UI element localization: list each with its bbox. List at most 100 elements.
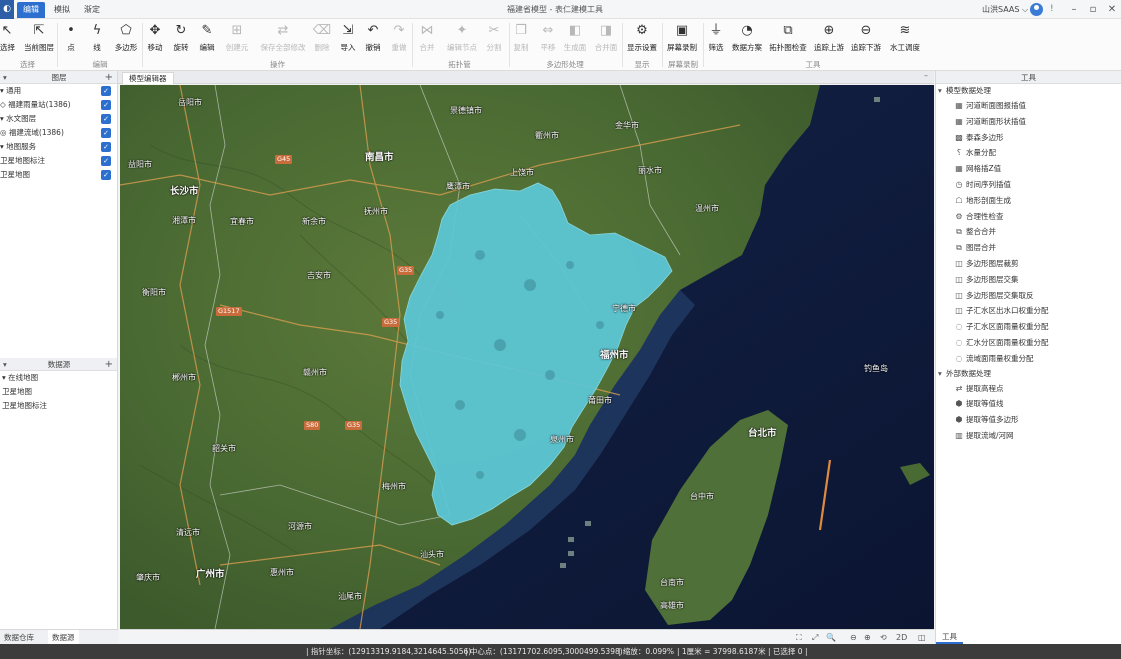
tool-item[interactable]: ▩ 泰森多边形 xyxy=(936,130,1121,146)
display-settings-button[interactable]: ⚙ 显示设置 xyxy=(627,22,657,56)
tool-item[interactable]: ◫ 多边形图层交集 xyxy=(936,272,1121,288)
search-icon[interactable]: 🔍 xyxy=(826,630,836,645)
datasource-row-satellite-labels[interactable]: 卫星地图标注 xyxy=(0,399,117,413)
left-bottom-tabs: 数据仓库 数据源 xyxy=(0,629,118,647)
tool-item[interactable]: ⇄ 提取高程点 xyxy=(936,381,1121,397)
add-layer-icon[interactable]: + xyxy=(105,71,113,84)
screen-record-button[interactable]: ▣ 屏幕录制 xyxy=(667,22,697,56)
layer-visibility-checkbox[interactable]: ✓ xyxy=(101,128,111,138)
minimize-button[interactable]: – xyxy=(1066,0,1082,19)
topology-check-button[interactable]: ⧉ 拓扑图检查 xyxy=(769,22,807,56)
tab-model-editor[interactable]: 模型编辑器 xyxy=(122,72,174,84)
tool-item[interactable]: ▦ 网格插Z值 xyxy=(936,161,1121,177)
layer-row-watersheds[interactable]: ◎ 福建流域(1386) ✓ xyxy=(0,126,117,140)
refresh-icon[interactable]: ⟲ xyxy=(880,630,887,645)
tool-item[interactable]: ☖ 地形剖面生成 xyxy=(936,193,1121,209)
generate-polygon-button[interactable]: ◧ 生成面 xyxy=(563,22,587,56)
data-scheme-button[interactable]: ◔ 数据方案 xyxy=(732,22,762,56)
split-button[interactable]: ✂ 分割 xyxy=(484,22,504,56)
line-tool-button[interactable]: ϟ线 xyxy=(89,22,105,56)
undo-button[interactable]: ↶ 撤销 xyxy=(363,22,383,56)
add-datasource-icon[interactable]: + xyxy=(105,358,113,371)
merge-polygon-button[interactable]: ◨ 合并面 xyxy=(594,22,618,56)
zoom-out-icon[interactable]: ⊖ xyxy=(850,630,857,645)
trace-downstream-button[interactable]: ⊖ 追踪下游 xyxy=(851,22,881,56)
save-all-changes-button[interactable]: ⇄ 保存全部修改 xyxy=(259,22,307,56)
zoom-in-icon[interactable]: ⊕ xyxy=(864,630,871,645)
delete-button[interactable]: ⌫ 删除 xyxy=(312,22,332,56)
current-layer-button[interactable]: ⇱ 当前图层 xyxy=(23,22,55,56)
expand-icon[interactable]: ⤢ xyxy=(812,630,818,645)
menu-tab-edit[interactable]: 编辑 xyxy=(17,2,45,18)
layer-visibility-checkbox[interactable]: ✓ xyxy=(101,156,111,166)
copy-button[interactable]: ❐ 复制 xyxy=(511,22,531,56)
tool-group-model-data[interactable]: ▾ 模型数据处理 xyxy=(936,84,1121,98)
tab-data-warehouse[interactable]: 数据仓库 xyxy=(0,630,38,645)
maximize-button[interactable]: ▫ xyxy=(1085,0,1101,19)
map-canvas[interactable]: 岳阳市 景德镇市 衢州市 金华市 南昌市 益阳市 上饶市 丽水市 长沙市 鹰潭市… xyxy=(120,85,934,629)
datasource-row-satellite[interactable]: 卫星地图 xyxy=(0,385,117,399)
tool-item[interactable]: ⸮ 水量分配 xyxy=(936,145,1121,161)
layer-row-hydrology[interactable]: ▾ 水文图层 ✓ xyxy=(0,112,117,126)
layer-visibility-checkbox[interactable]: ✓ xyxy=(101,170,111,180)
tool-item[interactable]: ◫ 多边形图层交集取反 xyxy=(936,288,1121,304)
layer-visibility-checkbox[interactable]: ✓ xyxy=(101,114,111,124)
menu-tab-simulate[interactable]: 模拟 xyxy=(48,2,76,18)
tool-item[interactable]: ⧉ 图层合并 xyxy=(936,240,1121,256)
tools-panel-title: 工具 xyxy=(936,71,1121,84)
tool-item[interactable]: ⬢ 提取等值线 xyxy=(936,396,1121,412)
redo-button[interactable]: ↷ 重做 xyxy=(389,22,409,56)
tab-tools[interactable]: 工具 xyxy=(936,629,963,644)
layer-row-satellite-labels[interactable]: 卫星地图标注 ✓ xyxy=(0,154,117,168)
layer-visibility-checkbox[interactable]: ✓ xyxy=(101,142,111,152)
create-element-button[interactable]: ⊞ 创建元 xyxy=(223,22,251,56)
layer-visibility-checkbox[interactable]: ✓ xyxy=(101,86,111,96)
rotate-tool-button[interactable]: ↻ 旋转 xyxy=(171,22,191,56)
tool-item[interactable]: ⬢ 提取等值多边形 xyxy=(936,412,1121,428)
tool-item[interactable]: ◷ 时间序列插值 xyxy=(936,177,1121,193)
tool-item[interactable]: ▦ 河道断面图报插值 xyxy=(936,98,1121,114)
layer-row-map-services[interactable]: ▾ 地图服务 ✓ xyxy=(0,140,117,154)
layer-row-general[interactable]: ▾ 通用 ✓ xyxy=(0,84,117,98)
edit-nodes-button[interactable]: ✦ 编辑节点 xyxy=(447,22,477,56)
move-tool-button[interactable]: ✥ 移动 xyxy=(145,22,165,56)
trace-upstream-button[interactable]: ⊕ 追踪上游 xyxy=(814,22,844,56)
tool-item[interactable]: ◫ 子汇水区出水口权重分配 xyxy=(936,303,1121,319)
merge-button[interactable]: ⋈ 合并 xyxy=(416,22,438,56)
split-view-icon[interactable]: ◫ xyxy=(918,630,926,645)
tool-item[interactable]: ⧉ 整合合并 xyxy=(936,224,1121,240)
app-logo-icon[interactable]: ◐ xyxy=(0,0,14,19)
panel-minimize-icon[interactable]: – xyxy=(924,71,928,80)
tool-item[interactable]: ◌ 流域面雨量权重分配 xyxy=(936,351,1121,367)
layer-visibility-checkbox[interactable]: ✓ xyxy=(101,100,111,110)
filter-button[interactable]: ⏚ 筛选 xyxy=(706,22,726,56)
select-tool-button[interactable]: ↖ 选择 xyxy=(0,22,15,56)
tool-item[interactable]: ▥ 提取流域/河网 xyxy=(936,428,1121,444)
menu-tab-calibrate[interactable]: 渐定 xyxy=(78,2,106,18)
avatar[interactable] xyxy=(1030,3,1043,16)
tool-item[interactable]: ◌ 汇水分区面雨量权重分配 xyxy=(936,335,1121,351)
layer-row-rain-gauges[interactable]: ◇ 福建雨量站(1386) ✓ xyxy=(0,98,117,112)
point-tool-button[interactable]: • 点 xyxy=(63,22,79,56)
city-label: 岳阳市 xyxy=(178,98,202,107)
window-title: 福建省模型 - 表仁建模工具 xyxy=(507,5,603,14)
tool-item[interactable]: ◌ 子汇水区面雨量权重分配 xyxy=(936,319,1121,335)
tool-item[interactable]: ◫ 多边形图层裁剪 xyxy=(936,256,1121,272)
edit-tool-button[interactable]: ✎ 编辑 xyxy=(197,22,217,56)
tool-item[interactable]: ▦ 河道断面形状插值 xyxy=(936,114,1121,130)
info-icon[interactable]: ! xyxy=(1050,0,1054,19)
layer-row-satellite-map[interactable]: 卫星地图 ✓ xyxy=(0,168,117,182)
datasource-row-online-maps[interactable]: ▾ 在线地图 xyxy=(0,371,117,385)
tool-item[interactable]: ⚙ 合理性检查 xyxy=(936,209,1121,225)
tool-group-external-data[interactable]: ▾ 外部数据处理 xyxy=(936,367,1121,381)
collapse-caret-icon[interactable]: ▾ xyxy=(938,367,942,381)
2d-view-button[interactable]: 2D xyxy=(896,630,907,645)
hydraulic-dispatch-button[interactable]: ≋ 水工调度 xyxy=(889,22,921,56)
polygon-tool-button[interactable]: ⬠ 多边形 xyxy=(113,22,139,56)
import-button[interactable]: ⇲ 导入 xyxy=(338,22,358,56)
user-menu[interactable]: 山洪SAAS ⌵ xyxy=(982,0,1028,19)
translate-button[interactable]: ⇔ 平移 xyxy=(538,22,558,56)
collapse-caret-icon[interactable]: ▾ xyxy=(938,84,942,98)
fullscreen-icon[interactable]: ⛶ xyxy=(796,630,802,645)
close-button[interactable]: ✕ xyxy=(1104,0,1120,19)
